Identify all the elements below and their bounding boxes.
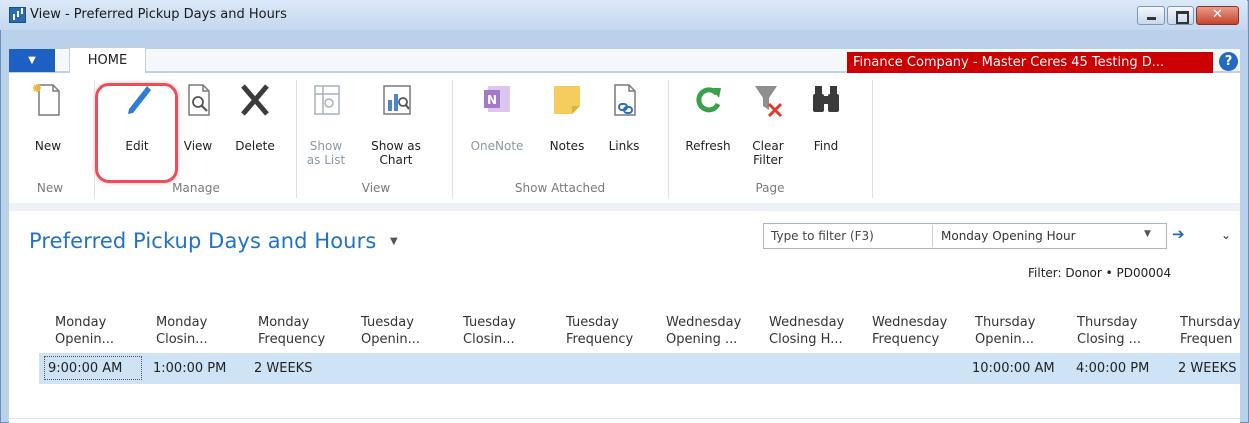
- column-header[interactable]: Monday Closin...: [156, 314, 208, 348]
- column-header[interactable]: Wednesday Closing H...: [769, 314, 844, 348]
- onenote-icon: N: [484, 86, 510, 112]
- refresh-button[interactable]: Refresh: [680, 82, 736, 177]
- refresh-label: Refresh: [685, 139, 731, 153]
- view-label: View: [183, 139, 213, 153]
- delete-button[interactable]: Delete: [230, 82, 280, 177]
- filter-input[interactable]: Type to filter (F3): [771, 229, 874, 243]
- help-icon[interactable]: ?: [1219, 52, 1238, 71]
- svg-text:N: N: [487, 93, 497, 107]
- group-separator: [296, 80, 297, 198]
- onenote-label: OneNote: [470, 139, 524, 153]
- app-icon: [9, 7, 26, 23]
- group-separator: [668, 80, 669, 198]
- active-filter-info: Filter: Donor • PD00004: [1028, 266, 1172, 280]
- find-button[interactable]: Find: [806, 82, 846, 177]
- filter-divider: [932, 225, 933, 247]
- find-label: Find: [813, 139, 839, 153]
- group-label-show-attached: Show Attached: [514, 181, 606, 195]
- filter-field-select[interactable]: Monday Opening Hour: [941, 229, 1076, 243]
- onenote-button[interactable]: N OneNote: [464, 82, 530, 177]
- cell-monday-closing[interactable]: 1:00:00 PM: [153, 361, 226, 376]
- collapse-chevron-icon[interactable]: ⌄: [1221, 228, 1231, 242]
- group-separator: [94, 80, 95, 198]
- page-title[interactable]: Preferred Pickup Days and Hours: [29, 229, 376, 253]
- ribbon-bottom: [9, 203, 1240, 211]
- cell-monday-opening[interactable]: 9:00:00 AM: [48, 361, 122, 376]
- application-menu-button[interactable]: ▼: [9, 49, 55, 72]
- edit-highlight-annotation: [95, 83, 178, 183]
- column-header[interactable]: Thursday Frequen: [1180, 314, 1240, 348]
- column-header[interactable]: Wednesday Opening ...: [666, 314, 741, 348]
- column-header[interactable]: Monday Frequency: [258, 314, 325, 348]
- list-view-icon: [314, 85, 340, 115]
- group-separator: [872, 80, 873, 198]
- group-label-manage: Manage: [172, 181, 220, 195]
- company-badge[interactable]: Finance Company - Master Ceres 45 Testin…: [847, 52, 1213, 73]
- links-button[interactable]: Links: [604, 82, 644, 177]
- delete-x-icon: [241, 84, 269, 116]
- title-menu-caret-icon[interactable]: ▼: [390, 236, 398, 247]
- show-as-chart-label: Show as Chart: [371, 139, 421, 167]
- new-button[interactable]: New: [28, 82, 68, 177]
- group-label-page: Page: [755, 181, 785, 195]
- apply-filter-arrow-icon[interactable]: ➔: [1172, 225, 1185, 243]
- tab-home[interactable]: HOME: [69, 47, 146, 73]
- clear-filter-button[interactable]: Clear Filter: [746, 82, 790, 177]
- show-as-chart-button[interactable]: Show as Chart: [368, 82, 424, 177]
- filter-field-dropdown-icon[interactable]: ▼: [1144, 229, 1151, 239]
- cell-monday-frequency[interactable]: 2 WEEKS: [254, 361, 312, 376]
- cell-thursday-frequency[interactable]: 2 WEEKS: [1178, 361, 1240, 376]
- group-label-new: New: [36, 181, 64, 195]
- column-header[interactable]: Tuesday Closin...: [463, 314, 516, 348]
- group-label-view: View: [361, 181, 391, 195]
- column-header[interactable]: Wednesday Frequency: [872, 314, 947, 348]
- show-as-list-label: Show as List: [306, 139, 346, 167]
- delete-label: Delete: [235, 139, 275, 153]
- clear-filter-label: Clear Filter: [752, 139, 784, 167]
- notes-label: Notes: [549, 139, 585, 153]
- sticky-note-icon: [554, 86, 580, 114]
- column-header[interactable]: Tuesday Frequency: [566, 314, 633, 348]
- new-document-icon: [33, 84, 60, 116]
- view-button[interactable]: View: [178, 82, 218, 177]
- show-as-list-button[interactable]: Show as List: [303, 82, 349, 177]
- column-header[interactable]: Tuesday Openin...: [361, 314, 420, 348]
- column-header[interactable]: Thursday Closing ...: [1077, 314, 1141, 348]
- column-header[interactable]: Monday Openin...: [55, 314, 114, 348]
- window-title: View - Preferred Pickup Days and Hours: [30, 7, 287, 22]
- refresh-icon: [696, 87, 721, 113]
- new-label: New: [34, 139, 62, 153]
- cell-thursday-opening[interactable]: 10:00:00 AM: [972, 361, 1055, 376]
- links-label: Links: [608, 139, 640, 153]
- close-button[interactable]: [1196, 6, 1239, 25]
- view-document-icon: [188, 84, 210, 116]
- link-document-icon: [614, 84, 636, 116]
- cell-thursday-closing[interactable]: 4:00:00 PM: [1076, 361, 1149, 376]
- group-separator: [452, 80, 453, 198]
- notes-button[interactable]: Notes: [544, 82, 590, 177]
- maximize-button[interactable]: [1167, 6, 1194, 25]
- binoculars-icon: [813, 86, 839, 112]
- column-header[interactable]: Thursday Openin...: [975, 314, 1035, 348]
- minimize-button[interactable]: [1137, 6, 1165, 25]
- clear-filter-icon: [755, 86, 783, 118]
- list-bottom-border: [9, 418, 1240, 419]
- chart-view-icon: [383, 85, 411, 115]
